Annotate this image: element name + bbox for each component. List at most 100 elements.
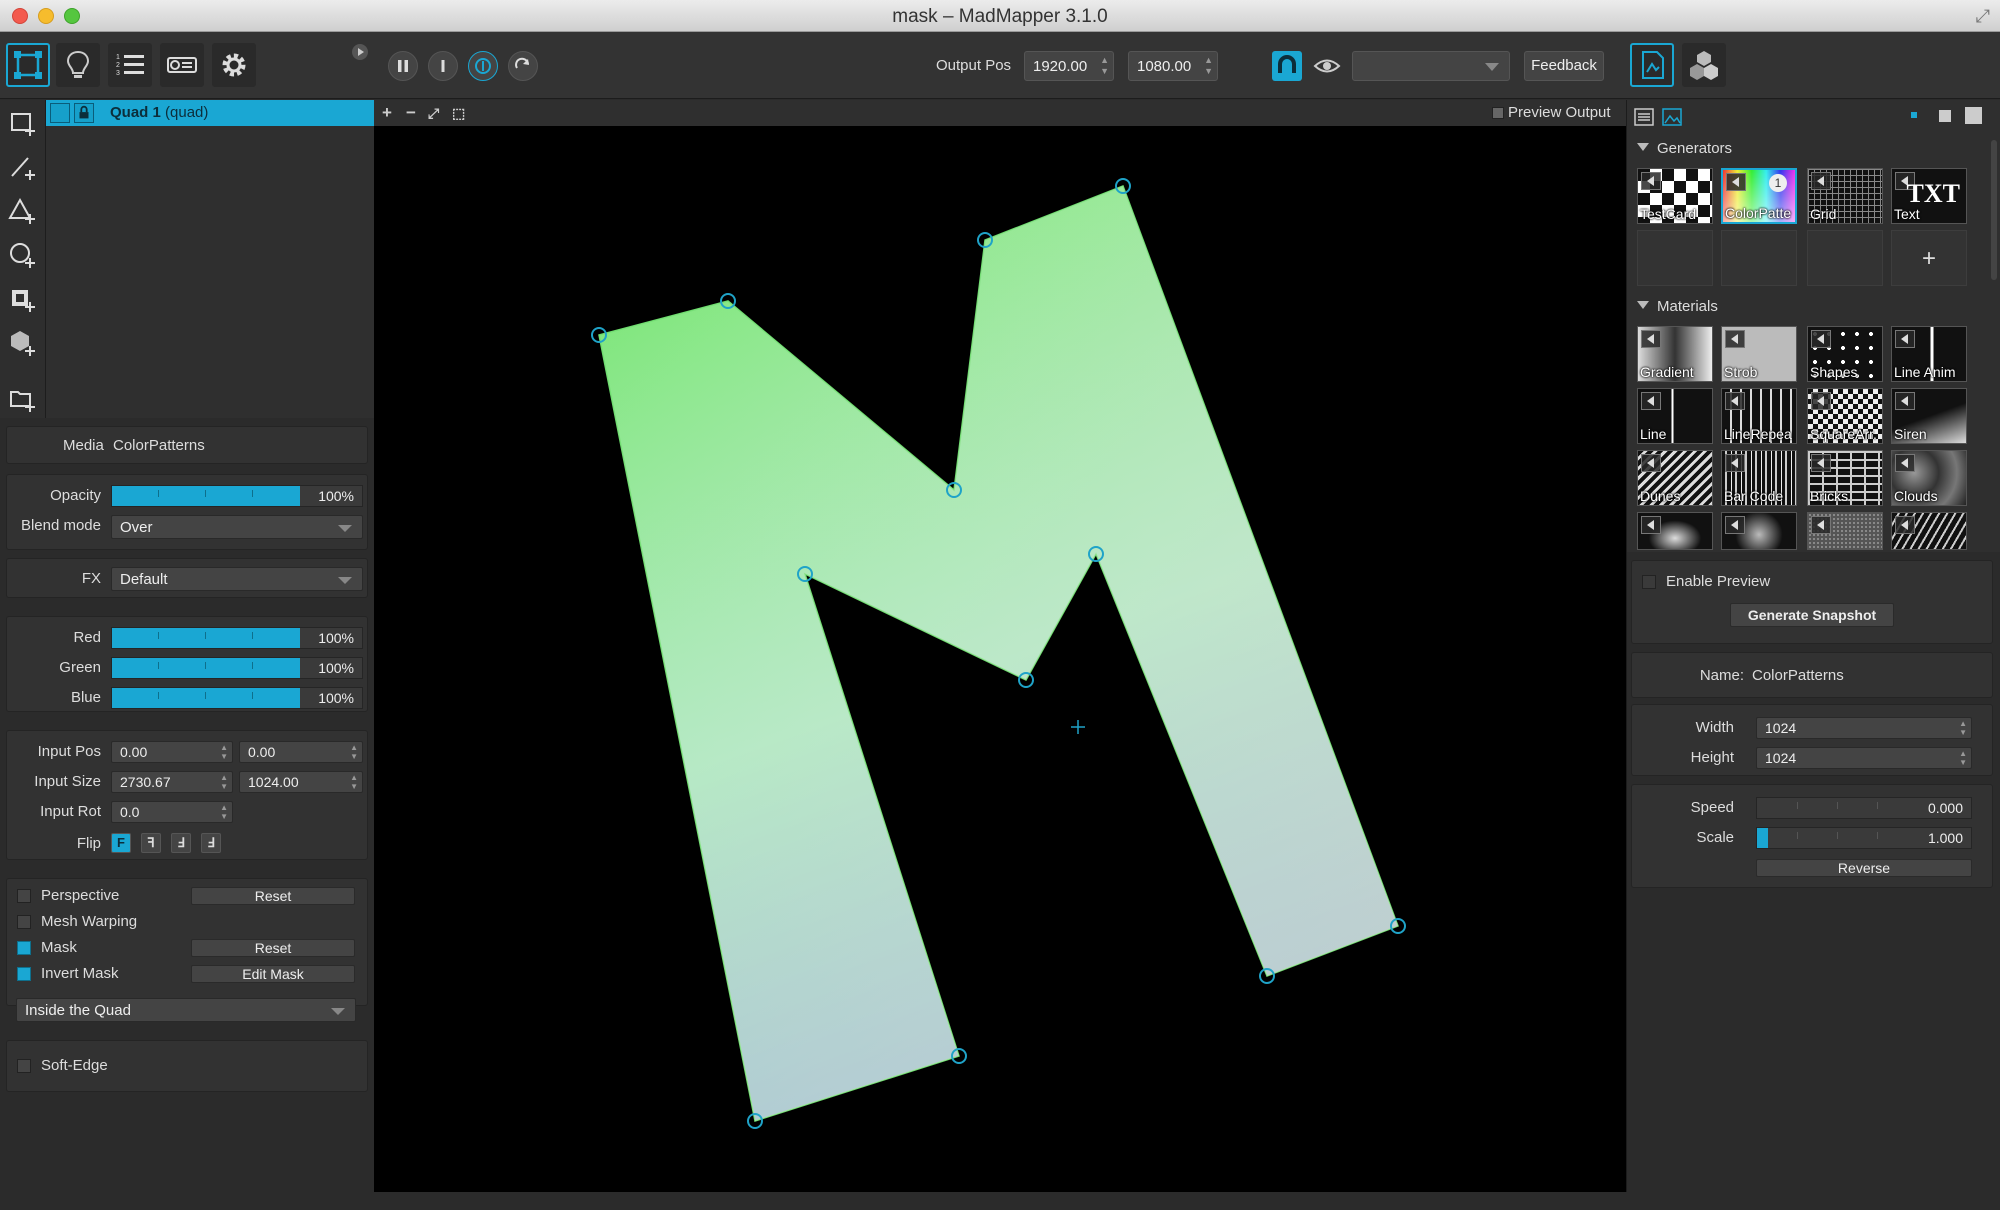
mask-checkbox[interactable] — [17, 941, 31, 955]
thumb-size-medium-icon[interactable] — [1939, 110, 1951, 122]
canvas-stage[interactable] — [374, 126, 1626, 1192]
play-icon[interactable] — [1641, 172, 1661, 190]
add-3d-object-tool[interactable] — [8, 328, 38, 358]
material-siren[interactable]: Siren — [1891, 388, 1967, 444]
output-x-field[interactable]: 1920.00 ▲ ▼ — [1024, 51, 1114, 81]
play-icon[interactable] — [1725, 454, 1745, 472]
flip-both-button[interactable]: ꓞ — [201, 833, 221, 853]
cue-list-button[interactable]: 123 — [108, 43, 152, 87]
material-dunes[interactable]: Dunes — [1637, 450, 1713, 506]
material-squarearray[interactable]: SquareArr. — [1807, 388, 1883, 444]
material-line[interactable]: Line — [1637, 388, 1713, 444]
enable-preview-checkbox[interactable] — [1642, 575, 1656, 589]
material-linerepeat[interactable]: LineRepea — [1721, 388, 1797, 444]
invert-mask-checkbox[interactable] — [17, 967, 31, 981]
play-icon[interactable] — [1725, 330, 1745, 348]
play-icon[interactable] — [1895, 392, 1915, 410]
perspective-reset-button[interactable]: Reset — [191, 887, 355, 905]
mask-mode-dropdown[interactable]: Inside the Quad — [16, 998, 356, 1022]
reverse-button[interactable]: Reverse — [1756, 859, 1972, 877]
stepper-icon[interactable]: ▲ ▼ — [350, 773, 358, 791]
input-size-h-field[interactable]: 1024.00 ▲ ▼ — [239, 771, 363, 793]
add-line-tool[interactable] — [8, 152, 38, 182]
mask-reset-button[interactable]: Reset — [191, 939, 355, 957]
input-pos-x-field[interactable]: 0.00 ▲ ▼ — [111, 741, 233, 763]
add-triangle-tool[interactable] — [8, 196, 38, 226]
stepper-icon[interactable]: ▲ ▼ — [220, 773, 228, 791]
media-library-button[interactable] — [1630, 43, 1674, 87]
add-mask-tool[interactable] — [8, 284, 38, 314]
restart-button[interactable] — [508, 51, 538, 81]
flip-vertical-button[interactable]: Ⅎ — [171, 833, 191, 853]
material-gradient[interactable]: Gradient — [1637, 326, 1713, 382]
fit-view-icon[interactable]: ⤢ — [428, 105, 439, 122]
play-icon[interactable] — [1641, 454, 1661, 472]
opacity-slider[interactable]: 100% — [111, 485, 363, 507]
library-scrollbar[interactable] — [1991, 140, 1997, 280]
materials-section-header[interactable]: Materials — [1637, 298, 1718, 315]
red-slider[interactable]: 100% — [111, 627, 363, 649]
input-size-w-field[interactable]: 2730.67 ▲ ▼ — [111, 771, 233, 793]
soft-edge-checkbox[interactable] — [17, 1059, 31, 1073]
play-icon[interactable] — [1641, 330, 1661, 348]
generate-snapshot-button[interactable]: Generate Snapshot — [1730, 603, 1894, 627]
lighting-mode-button[interactable] — [56, 43, 100, 87]
material-bricks[interactable]: Bricks — [1807, 450, 1883, 506]
material-slot[interactable] — [1891, 512, 1967, 550]
add-generator-button[interactable]: + — [1891, 230, 1967, 286]
play-icon[interactable] — [1811, 172, 1831, 190]
generator-text[interactable]: TXT Text — [1891, 168, 1967, 224]
generator-grid[interactable]: Grid — [1807, 168, 1883, 224]
output-y-field[interactable]: 1080.00 ▲ ▼ — [1128, 51, 1218, 81]
image-view-tab[interactable] — [1661, 106, 1683, 128]
material-shapes[interactable]: Shapes — [1807, 326, 1883, 382]
visibility-toggle[interactable] — [50, 103, 70, 123]
add-circle-tool[interactable] — [8, 240, 38, 270]
preview-eye-button[interactable] — [1312, 51, 1342, 81]
stepper-icon[interactable]: ▲ ▼ — [220, 743, 228, 761]
mask-shape-svg[interactable] — [374, 126, 1626, 1192]
add-quad-tool[interactable] — [8, 108, 38, 138]
stepper-icon[interactable]: ▲ ▼ — [1959, 749, 1967, 767]
blend-mode-dropdown[interactable]: Over — [111, 515, 363, 539]
flip-horizontal-button[interactable]: ꟻ — [141, 833, 161, 853]
stepper-icon[interactable]: ▲ ▼ — [220, 803, 228, 821]
blue-slider[interactable]: 100% — [111, 687, 363, 709]
center-crosshair-icon[interactable] — [1071, 720, 1085, 734]
height-field[interactable]: 1024 ▲ ▼ — [1756, 747, 1972, 769]
play-icon[interactable] — [1725, 516, 1745, 534]
media-value[interactable]: ColorPatterns — [113, 437, 205, 454]
modules-button[interactable] — [1682, 43, 1726, 87]
play-icon[interactable] — [1811, 516, 1831, 534]
generator-testcard[interactable]: TestCard — [1637, 168, 1713, 224]
generator-colorpatterns[interactable]: 1 ColorPatte — [1721, 168, 1797, 224]
fullscreen-icon[interactable]: ⤢ — [1976, 6, 1990, 27]
projector-button[interactable] — [160, 43, 204, 87]
play-icon[interactable] — [1811, 392, 1831, 410]
width-field[interactable]: 1024 ▲ ▼ — [1756, 717, 1972, 739]
material-line-anim[interactable]: Line Anim — [1891, 326, 1967, 382]
material-strob[interactable]: Strob — [1721, 326, 1797, 382]
stop-button[interactable] — [428, 51, 458, 81]
material-slot[interactable] — [1637, 512, 1713, 550]
perspective-checkbox[interactable] — [17, 889, 31, 903]
surfaces-mode-button[interactable] — [6, 43, 50, 87]
preview-output-checkbox[interactable] — [1492, 107, 1504, 119]
selection-frame-icon[interactable]: ⬚ — [452, 105, 465, 122]
surface-row-quad-1[interactable]: Quad 1 (quad) — [46, 100, 374, 126]
zoom-out-icon[interactable]: − — [406, 103, 416, 123]
play-icon[interactable] — [1895, 454, 1915, 472]
input-pos-y-field[interactable]: 0.00 ▲ ▼ — [239, 741, 363, 763]
fx-dropdown[interactable]: Default — [111, 567, 363, 591]
output-dropdown[interactable] — [1352, 51, 1510, 81]
material-slot[interactable] — [1721, 512, 1797, 550]
input-rot-field[interactable]: 0.0 ▲ ▼ — [111, 801, 233, 823]
speed-slider[interactable]: 0.000 — [1756, 797, 1972, 819]
play-icon[interactable] — [1725, 392, 1745, 410]
list-view-tab[interactable] — [1633, 106, 1655, 128]
play-icon[interactable] — [1641, 392, 1661, 410]
magnet-snap-button[interactable] — [1272, 51, 1302, 81]
stepper-icon[interactable]: ▲ ▼ — [1204, 55, 1213, 77]
settings-button[interactable] — [212, 43, 256, 87]
edit-mask-button[interactable]: Edit Mask — [191, 965, 355, 983]
